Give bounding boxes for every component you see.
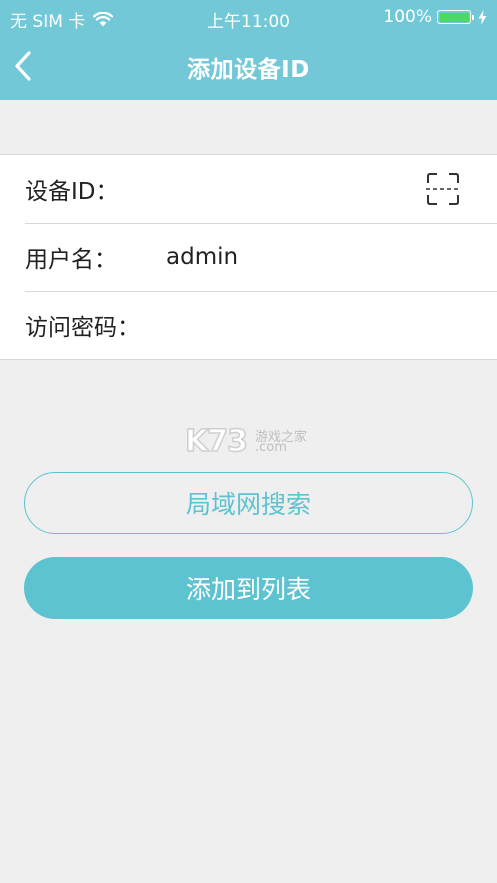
status-bar: 无 SIM 卡 上午11:00 100%	[0, 0, 497, 34]
device-id-input[interactable]	[145, 169, 417, 209]
app-header: 无 SIM 卡 上午11:00 100% 添加设备ID	[0, 0, 497, 100]
watermark-k73: K73	[184, 423, 249, 460]
battery-level-fill	[439, 12, 469, 22]
battery-percent: 100%	[383, 7, 432, 27]
watermark-domain: .com	[255, 440, 287, 455]
page-title: 添加设备ID	[187, 57, 310, 83]
watermark-logo: K73 游戏之家 .com	[184, 423, 315, 460]
password-input[interactable]	[166, 305, 417, 345]
password-label: 访问密码：	[25, 315, 140, 341]
device-form: 设备ID： 用户名： 访问密码：	[0, 154, 497, 360]
lan-search-button[interactable]: 局域网搜索	[24, 472, 473, 534]
bolt-icon	[478, 9, 487, 25]
navigation-bar: 添加设备ID	[0, 34, 497, 100]
battery-status: 100%	[383, 7, 487, 27]
password-row: 访问密码：	[0, 291, 497, 359]
device-id-label: 设备ID：	[25, 179, 119, 205]
battery-tip	[472, 14, 474, 20]
device-id-row: 设备ID：	[0, 155, 497, 223]
username-row: 用户名：	[0, 223, 497, 291]
username-input[interactable]	[166, 237, 417, 277]
scan-button[interactable]	[425, 171, 461, 207]
username-label: 用户名：	[25, 247, 117, 273]
battery-icon	[437, 10, 471, 24]
scan-icon	[426, 173, 460, 205]
add-to-list-button[interactable]: 添加到列表	[24, 557, 473, 619]
